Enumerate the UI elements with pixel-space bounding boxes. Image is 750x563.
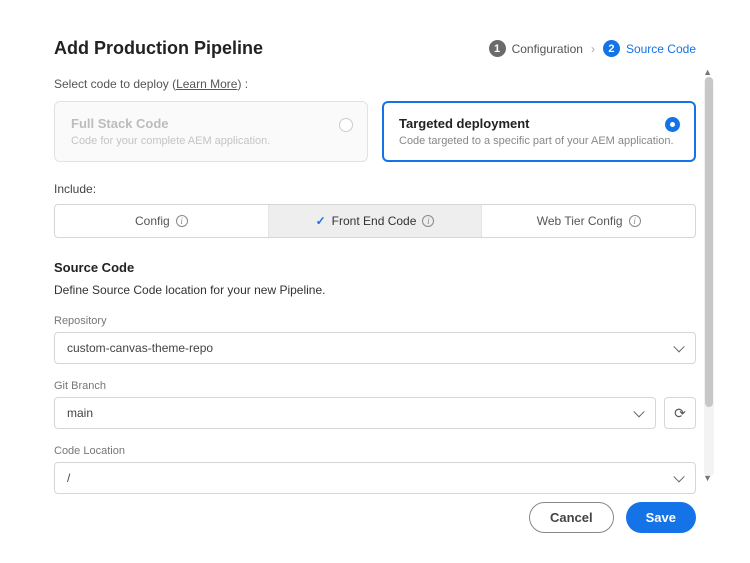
check-icon: ✓ <box>316 214 326 228</box>
card-description: Code for your complete AEM application. <box>71 135 351 147</box>
chevron-right-icon: › <box>591 42 595 56</box>
info-icon[interactable]: i <box>629 215 641 227</box>
radio-selected-icon <box>665 117 680 132</box>
include-label: Include: <box>54 182 696 196</box>
scrollbar-thumb[interactable] <box>705 77 713 407</box>
select-value: / <box>67 471 70 485</box>
segment-web-tier-config[interactable]: Web Tier Config i <box>482 205 695 237</box>
page-title: Add Production Pipeline <box>54 38 263 59</box>
git-branch-label: Git Branch <box>54 380 696 392</box>
save-button[interactable]: Save <box>626 502 696 533</box>
select-value: custom-canvas-theme-repo <box>67 341 213 355</box>
step-number: 1 <box>489 40 506 57</box>
segment-label: Config <box>135 214 170 228</box>
step-label: Configuration <box>512 42 583 56</box>
refresh-branch-button[interactable]: ⟳ <box>664 397 696 429</box>
info-icon[interactable]: i <box>422 215 434 227</box>
repository-label: Repository <box>54 315 696 327</box>
scrollbar-track[interactable] <box>704 77 714 477</box>
git-branch-select[interactable]: main <box>54 397 656 429</box>
code-location-select[interactable]: / <box>54 462 696 494</box>
source-code-description: Define Source Code location for your new… <box>54 283 696 297</box>
source-code-heading: Source Code <box>54 260 696 275</box>
step-configuration[interactable]: 1 Configuration <box>489 40 583 57</box>
radio-unselected-icon <box>339 118 353 132</box>
card-description: Code targeted to a specific part of your… <box>399 135 679 147</box>
select-code-label: Select code to deploy (Learn More) : <box>54 77 696 91</box>
learn-more-link[interactable]: Learn More <box>176 77 237 91</box>
info-icon[interactable]: i <box>176 215 188 227</box>
scroll-down-icon[interactable]: ▼ <box>703 473 712 483</box>
segment-label: Front End Code <box>332 214 417 228</box>
code-location-label: Code Location <box>54 445 696 457</box>
card-title: Full Stack Code <box>71 116 351 131</box>
refresh-icon: ⟳ <box>674 405 686 422</box>
select-value: main <box>67 406 93 420</box>
cancel-button[interactable]: Cancel <box>529 502 614 533</box>
step-label: Source Code <box>626 42 696 56</box>
card-title: Targeted deployment <box>399 116 679 131</box>
segment-label: Web Tier Config <box>537 214 623 228</box>
step-source-code[interactable]: 2 Source Code <box>603 40 696 57</box>
segment-config[interactable]: Config i <box>55 205 269 237</box>
step-number: 2 <box>603 40 620 57</box>
scroll-up-icon[interactable]: ▲ <box>703 67 712 77</box>
card-full-stack-code[interactable]: Full Stack Code Code for your complete A… <box>54 101 368 162</box>
repository-select[interactable]: custom-canvas-theme-repo <box>54 332 696 364</box>
wizard-stepper: 1 Configuration › 2 Source Code <box>489 40 696 57</box>
card-targeted-deployment[interactable]: Targeted deployment Code targeted to a s… <box>382 101 696 162</box>
include-segmented-control: Config i ✓ Front End Code i Web Tier Con… <box>54 204 696 238</box>
segment-front-end-code[interactable]: ✓ Front End Code i <box>269 205 483 237</box>
